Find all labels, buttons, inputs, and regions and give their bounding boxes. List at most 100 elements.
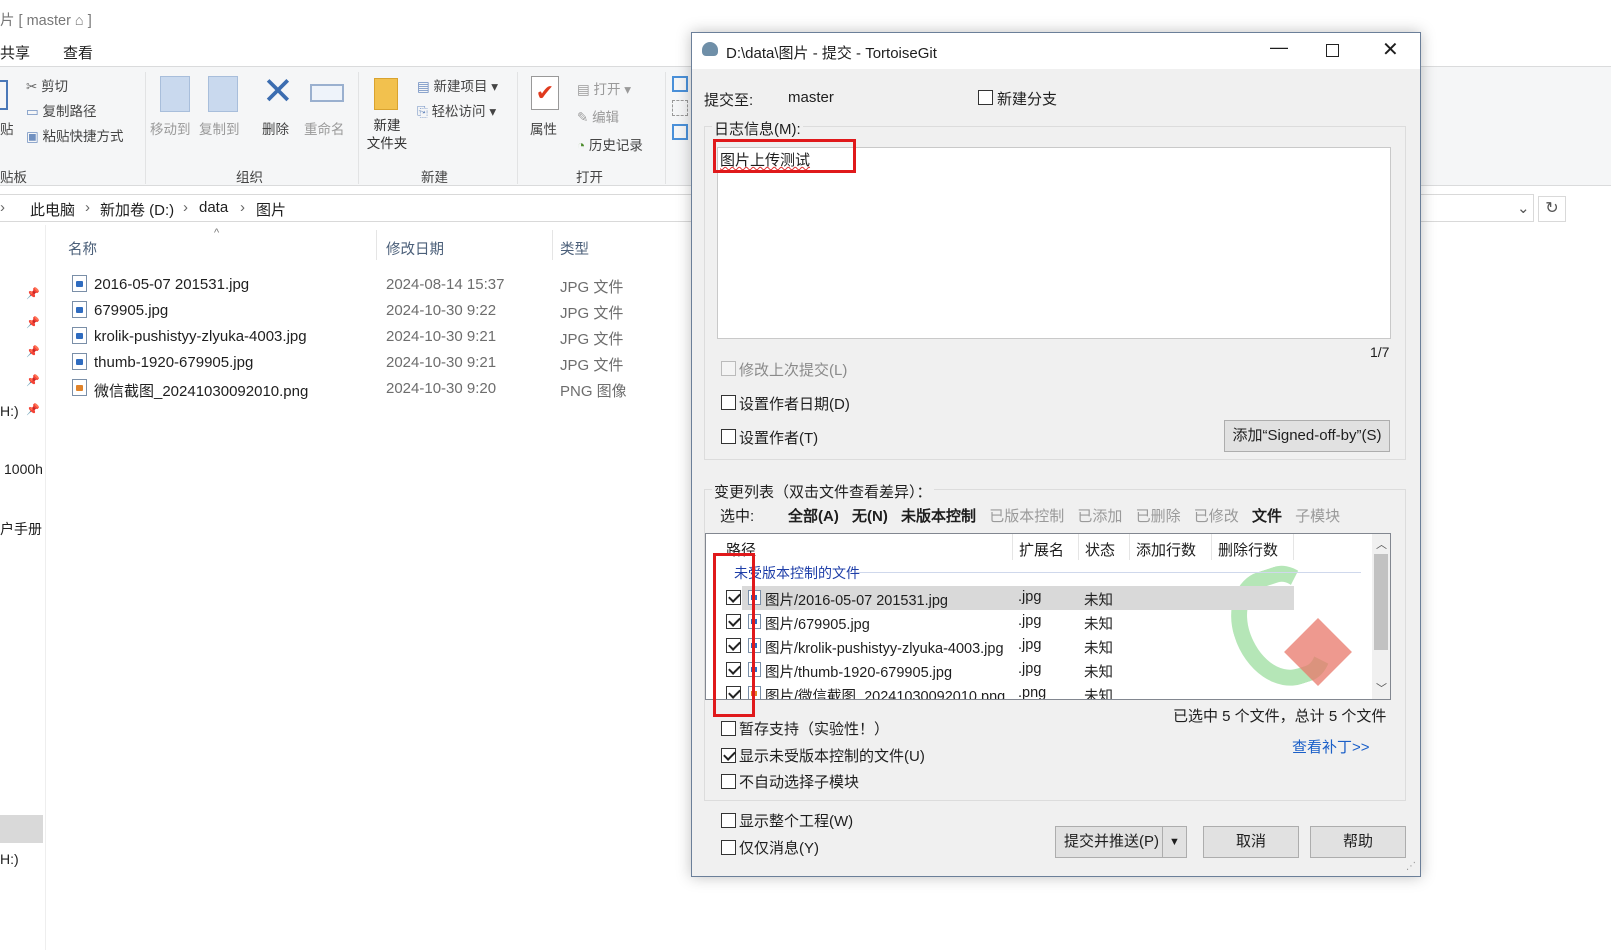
nav-item-selected[interactable]: [0, 815, 43, 843]
scroll-down-icon[interactable]: ﹀: [1376, 680, 1387, 696]
menu-view[interactable]: 查看: [63, 42, 93, 63]
whole-project-label[interactable]: 显示整个工程(W): [739, 810, 853, 831]
rename-button[interactable]: 重命名: [304, 118, 345, 138]
nav-item[interactable]: H:): [0, 851, 19, 867]
easy-access-button[interactable]: ⎘ 轻松访问 ▾: [417, 100, 496, 120]
filter-none[interactable]: 无(N): [852, 508, 888, 525]
list-row[interactable]: 图片/2016-05-07 201531.jpg .jpg 未知: [706, 586, 1296, 610]
stash-label[interactable]: 暂存支持（实验性！）: [739, 718, 889, 739]
file-date: 2024-10-30 9:21: [386, 328, 497, 345]
header-ext[interactable]: 扩展名: [1013, 534, 1079, 560]
message-only-label[interactable]: 仅仅消息(Y): [739, 837, 819, 858]
menu-share[interactable]: 共享: [0, 42, 30, 63]
properties-button[interactable]: 属性: [530, 118, 557, 138]
breadcrumb-item[interactable]: 新加卷 (D:): [100, 199, 174, 220]
jpg-file-icon: [72, 353, 87, 370]
log-message-editor[interactable]: [717, 147, 1391, 339]
delete-button[interactable]: 删除: [262, 118, 289, 138]
set-author-label[interactable]: 设置作者(T): [739, 427, 818, 448]
column-header-type[interactable]: 类型: [560, 238, 589, 259]
open-button[interactable]: ▤ 打开 ▾: [577, 78, 631, 98]
filter-versioned[interactable]: 已版本控制: [989, 508, 1064, 525]
filter-added[interactable]: 已添加: [1077, 508, 1122, 525]
minimize-icon[interactable]: —: [1270, 37, 1288, 58]
group-organize-label: 组织: [236, 170, 263, 185]
signed-off-by-button[interactable]: 添加“Signed-off-by”(S): [1224, 420, 1390, 452]
cancel-button[interactable]: 取消: [1203, 826, 1299, 858]
header-added-lines[interactable]: 添加行数: [1130, 534, 1212, 560]
split-dropdown-icon[interactable]: ▼: [1162, 827, 1186, 857]
file-type: PNG 图像: [560, 383, 627, 400]
file-row[interactable]: 2016-05-07 201531.jpg 2024-08-14 15:37 JPG…: [70, 272, 670, 298]
copy-path-button[interactable]: ▭ 复制路径: [26, 100, 97, 120]
no-autoselect-checkbox[interactable]: [721, 774, 736, 789]
breadcrumb-item[interactable]: 图片: [256, 199, 286, 220]
breadcrumb-item[interactable]: data: [199, 199, 228, 216]
selection-summary: 已选中 5 个文件，总计 5 个文件: [1173, 708, 1387, 725]
paste-label[interactable]: 贴: [0, 118, 14, 138]
paste-shortcut-button[interactable]: ▣ 粘贴快捷方式: [26, 125, 124, 145]
amend-checkbox[interactable]: [721, 361, 736, 376]
history-button[interactable]: ◔ 历史记录: [577, 134, 643, 154]
no-autoselect-label[interactable]: 不自动选择子模块: [739, 771, 859, 792]
new-branch-label[interactable]: 新建分支: [997, 88, 1057, 109]
list-row[interactable]: 图片/krolik-pushistyy-zlyuka-4003.jpg .jpg 未…: [706, 634, 1296, 658]
move-to-button[interactable]: 移动到: [150, 118, 191, 138]
new-item-button[interactable]: ▤ 新建项目 ▾: [417, 75, 498, 95]
filter-all[interactable]: 全部(A): [788, 508, 839, 525]
amend-label[interactable]: 修改上次提交(L): [739, 359, 847, 380]
help-button[interactable]: 帮助: [1310, 826, 1406, 858]
message-only-checkbox[interactable]: [721, 840, 736, 855]
file-row[interactable]: 679905.jpg 2024-10-30 9:22 JPG 文件: [70, 298, 670, 324]
filter-unversioned[interactable]: 未版本控制: [901, 508, 976, 525]
nav-item[interactable]: 1000h: [4, 461, 43, 477]
column-header-name[interactable]: 名称: [68, 238, 97, 259]
sort-arrow-icon: ^: [214, 227, 220, 239]
close-icon[interactable]: ✕: [1382, 37, 1399, 62]
group-open-label: 打开: [576, 170, 603, 185]
show-unversioned-checkbox[interactable]: [721, 748, 736, 763]
filter-modified[interactable]: 已修改: [1194, 508, 1239, 525]
set-author-date-checkbox[interactable]: [721, 395, 736, 410]
list-row[interactable]: 图片/微信截图_20241030092010.png .png 未知: [706, 682, 1296, 699]
commit-push-button[interactable]: 提交并推送(P) ▼: [1055, 826, 1187, 858]
list-row[interactable]: 图片/thumb-1920-679905.jpg .jpg 未知: [706, 658, 1296, 682]
set-author-date-label[interactable]: 设置作者日期(D): [739, 393, 850, 414]
show-unversioned-label[interactable]: 显示未受版本控制的文件(U): [739, 745, 925, 766]
column-header-date[interactable]: 修改日期: [386, 238, 444, 259]
cut-button[interactable]: ✂ 剪切: [26, 75, 68, 95]
filter-bar: 全部(A) 无(N) 未版本控制 已版本控制 已添加 已删除 已修改 文件 子模…: [788, 505, 1340, 526]
filter-submodules[interactable]: 子模块: [1295, 508, 1340, 525]
whole-project-checkbox[interactable]: [721, 813, 736, 828]
header-path[interactable]: 路径: [720, 534, 1013, 560]
maximize-icon[interactable]: [1326, 44, 1339, 57]
properties-icon: ✔: [531, 76, 559, 110]
filter-deleted[interactable]: 已删除: [1136, 508, 1181, 525]
new-folder-button[interactable]: 新建 文件夹: [360, 117, 414, 153]
edit-button[interactable]: ✎ 编辑: [577, 106, 619, 126]
filter-files[interactable]: 文件: [1252, 508, 1282, 525]
scroll-up-icon[interactable]: ︿: [1376, 536, 1387, 552]
resize-grip-icon[interactable]: ⋰: [1406, 861, 1416, 872]
header-deleted-lines[interactable]: 删除行数: [1212, 534, 1294, 560]
nav-item[interactable]: H:): [0, 403, 19, 419]
file-row[interactable]: thumb-1920-679905.jpg 2024-10-30 9:21 JPG …: [70, 350, 670, 376]
set-author-checkbox[interactable]: [721, 429, 736, 444]
nav-item[interactable]: 户手册: [0, 519, 42, 539]
refresh-icon[interactable]: ↻: [1538, 196, 1566, 222]
scroll-thumb[interactable]: [1374, 554, 1388, 650]
dialog-title: D:\data\图片 - 提交 - TortoiseGit: [726, 45, 937, 62]
stash-checkbox[interactable]: [721, 721, 736, 736]
copy-to-button[interactable]: 复制到: [199, 118, 240, 138]
list-row[interactable]: 图片/679905.jpg .jpg 未知: [706, 610, 1296, 634]
vertical-scrollbar[interactable]: ︿ ﹀: [1372, 534, 1390, 699]
header-status[interactable]: 状态: [1079, 534, 1130, 560]
chevron-down-icon[interactable]: ⌄: [1517, 199, 1530, 217]
changes-listview[interactable]: 路径 扩展名 状态 添加行数 删除行数 未受版本控制的文件 图片/2016-05…: [705, 533, 1391, 700]
file-row[interactable]: krolik-pushistyy-zlyuka-4003.jpg 2024-10-…: [70, 324, 670, 350]
file-row[interactable]: 微信截图_20241030092010.png 2024-10-30 9:20 PN…: [70, 376, 670, 402]
breadcrumb-item[interactable]: 此电脑: [30, 199, 75, 220]
dialog-titlebar: D:\data\图片 - 提交 - TortoiseGit — ✕: [692, 33, 1420, 69]
view-patch-link[interactable]: 查看补丁>>: [1292, 736, 1370, 757]
new-branch-checkbox[interactable]: [978, 90, 993, 105]
